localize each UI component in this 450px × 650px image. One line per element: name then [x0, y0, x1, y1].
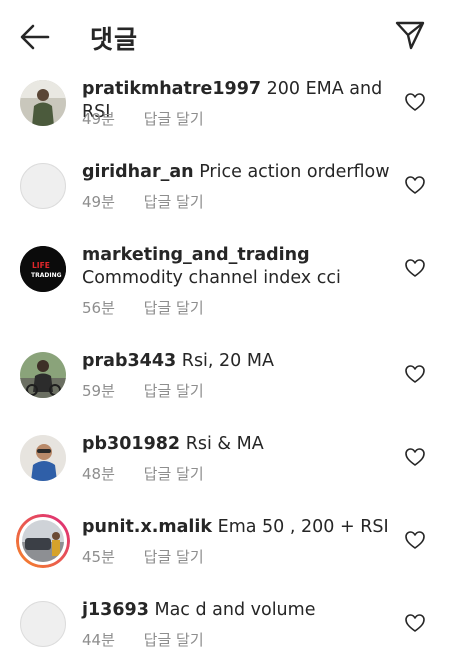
comment-time: 59분 — [82, 382, 115, 400]
comment-text: marketing_and_trading Commodity channel … — [82, 244, 392, 290]
share-button[interactable] — [394, 19, 426, 51]
avatar[interactable] — [20, 352, 66, 398]
reply-button[interactable]: 답글 달기 — [144, 382, 204, 400]
reply-button[interactable]: 답글 달기 — [144, 110, 204, 128]
like-button[interactable] — [404, 530, 426, 550]
page-title: 댓글 — [90, 25, 139, 54]
like-button[interactable] — [404, 175, 426, 195]
comment-item: pratikmhatre1997 200 EMA and RSI 49분 답글 … — [0, 78, 450, 144]
comment-item: giridhar_an Price action orderflow 49분 답… — [0, 161, 450, 227]
svg-text:LIFE: LIFE — [32, 261, 50, 270]
like-button[interactable] — [404, 613, 426, 633]
avatar[interactable] — [20, 80, 66, 126]
heart-icon — [405, 531, 425, 549]
avatar[interactable] — [20, 163, 66, 209]
svg-text:TRADING: TRADING — [31, 272, 62, 279]
comment-text: giridhar_an Price action orderflow — [82, 161, 392, 184]
avatar[interactable] — [16, 514, 70, 568]
comment-meta: 48분 답글 달기 — [82, 463, 204, 484]
header-bar: 댓글 — [0, 0, 450, 72]
comment-meta: 44분 답글 달기 — [82, 629, 204, 650]
comment-item: j13693 Mac d and volume 44분 답글 달기 — [0, 599, 450, 649]
reply-button[interactable]: 답글 달기 — [144, 631, 204, 649]
comment-time: 56분 — [82, 299, 115, 317]
comment-meta: 56분 답글 달기 — [82, 297, 204, 318]
comment-body: Commodity channel index cci — [82, 268, 341, 288]
comment-text: punit.x.malik Ema 50 , 200 + RSI — [82, 516, 392, 539]
avatar-photo — [20, 352, 66, 398]
paper-plane-icon — [395, 21, 425, 50]
comment-body: Rsi, 20 MA — [181, 351, 274, 371]
comment-time: 45분 — [82, 548, 115, 566]
comment-username[interactable]: giridhar_an — [82, 162, 194, 182]
heart-icon — [405, 365, 425, 383]
arrow-left-icon — [20, 24, 50, 50]
comment-text: pb301982 Rsi & MA — [82, 433, 392, 456]
brand-logo: LIFE TRADING — [20, 246, 66, 292]
heart-icon — [405, 93, 425, 111]
avatar-photo — [20, 435, 66, 481]
comment-username[interactable]: marketing_and_trading — [82, 245, 310, 265]
comment-username[interactable]: pratikmhatre1997 — [82, 79, 261, 99]
comment-body: Mac d and volume — [154, 600, 316, 620]
reply-button[interactable]: 답글 달기 — [144, 548, 204, 566]
comment-item: LIFE TRADING marketing_and_trading Commo… — [0, 244, 450, 324]
comment-meta: 49분 답글 달기 — [82, 191, 204, 212]
story-ring-avatar — [16, 514, 70, 568]
comment-meta: 59분 답글 달기 — [82, 380, 204, 401]
heart-icon — [405, 176, 425, 194]
comment-username[interactable]: j13693 — [82, 600, 149, 620]
comment-item: pb301982 Rsi & MA 48분 답글 달기 — [0, 433, 450, 499]
like-button[interactable] — [404, 447, 426, 467]
reply-button[interactable]: 답글 달기 — [144, 299, 204, 317]
comment-username[interactable]: prab3443 — [82, 351, 176, 371]
like-button[interactable] — [404, 92, 426, 112]
comment-meta: 45분 답글 달기 — [82, 546, 204, 567]
reply-button[interactable]: 답글 달기 — [144, 193, 204, 211]
comment-username[interactable]: punit.x.malik — [82, 517, 212, 537]
back-button[interactable] — [18, 22, 52, 52]
heart-icon — [405, 448, 425, 466]
reply-button[interactable]: 답글 달기 — [144, 465, 204, 483]
avatar[interactable] — [20, 435, 66, 481]
like-button[interactable] — [404, 364, 426, 384]
comment-text: prab3443 Rsi, 20 MA — [82, 350, 392, 373]
comment-body: Ema 50 , 200 + RSI — [217, 517, 389, 537]
comment-time: 49분 — [82, 110, 115, 128]
like-button[interactable] — [404, 258, 426, 278]
avatar[interactable]: LIFE TRADING — [20, 246, 66, 292]
comment-time: 44분 — [82, 631, 115, 649]
comment-item: prab3443 Rsi, 20 MA 59분 답글 달기 — [0, 350, 450, 416]
comment-item: punit.x.malik Ema 50 , 200 + RSI 45분 답글 … — [0, 514, 450, 582]
comment-time: 49분 — [82, 193, 115, 211]
comment-text: j13693 Mac d and volume — [82, 599, 392, 622]
comment-meta: 49분 답글 달기 — [82, 108, 204, 129]
comment-time: 48분 — [82, 465, 115, 483]
comment-username[interactable]: pb301982 — [82, 434, 180, 454]
heart-icon — [405, 614, 425, 632]
comment-body: Rsi & MA — [185, 434, 264, 454]
comment-body: Price action orderflow — [199, 162, 390, 182]
heart-icon — [405, 259, 425, 277]
avatar-photo — [20, 80, 66, 126]
avatar[interactable] — [20, 601, 66, 647]
